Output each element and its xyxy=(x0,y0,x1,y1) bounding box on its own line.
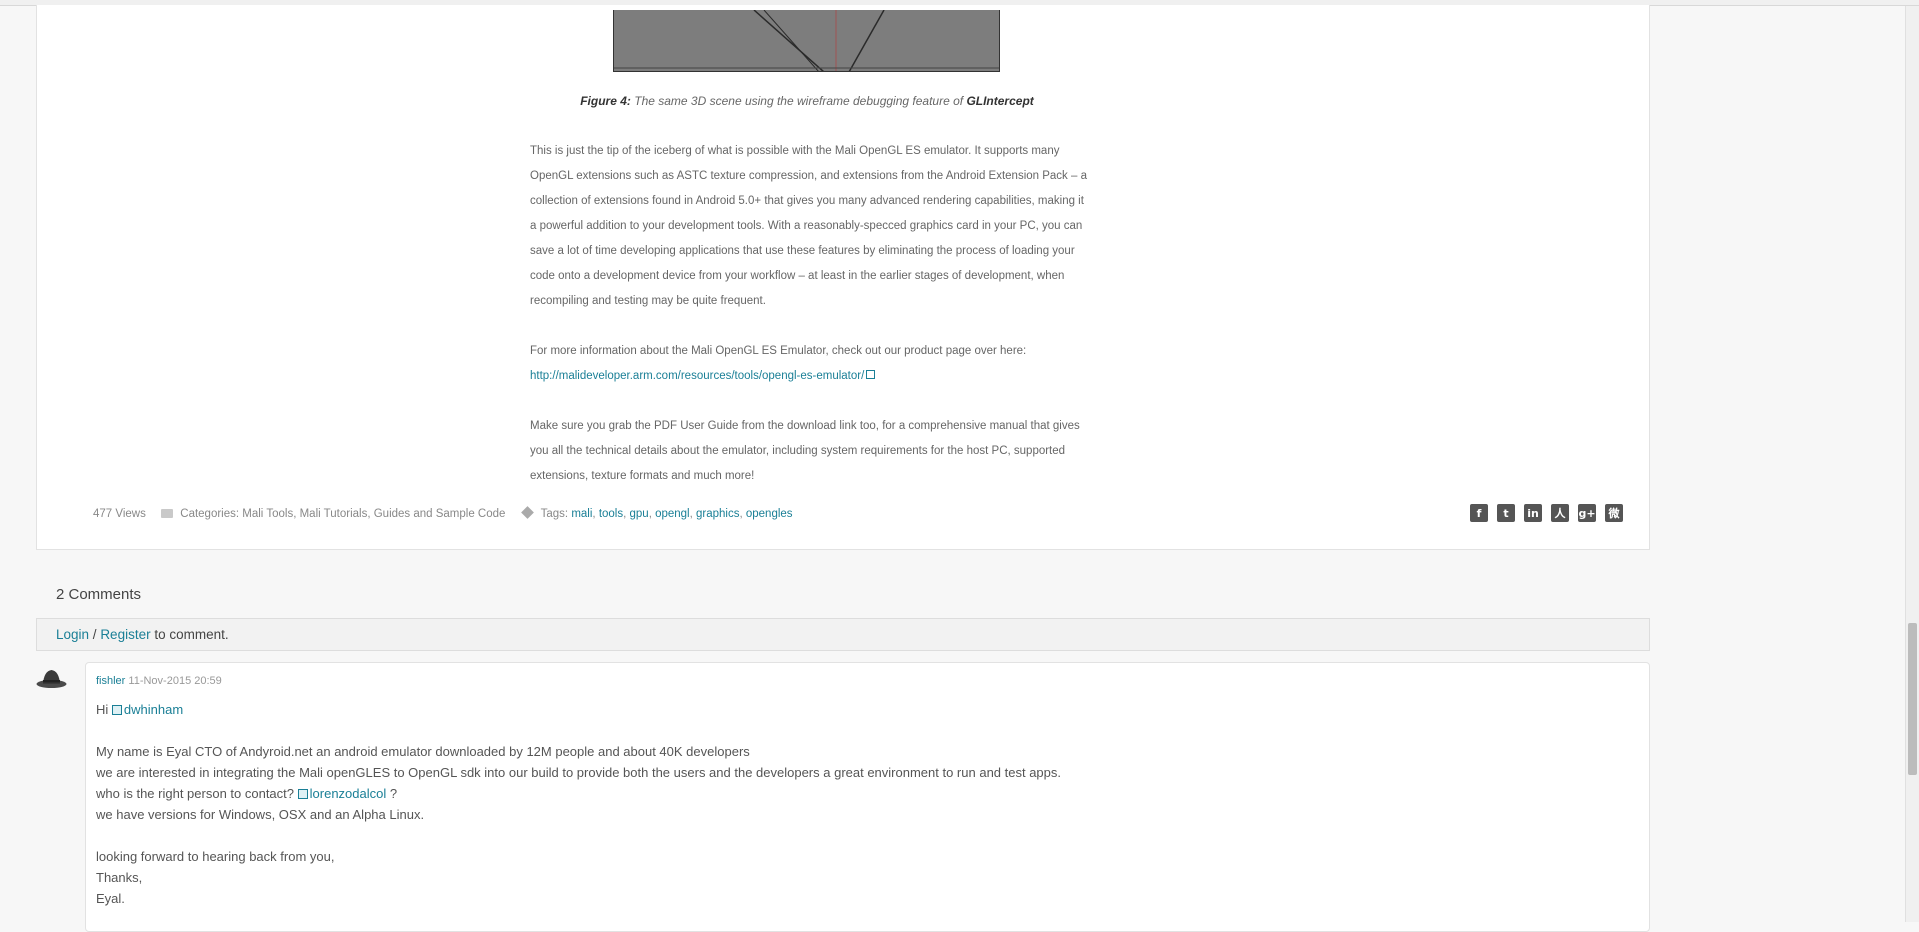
figure-wireframe-image xyxy=(613,10,1000,72)
mention-dwhinham[interactable]: dwhinham xyxy=(124,702,183,717)
product-page-text: For more information about the Mali Open… xyxy=(530,345,1027,357)
facebook-icon[interactable]: f xyxy=(1470,504,1488,522)
categories-link[interactable]: Mali Tools, Mali Tutorials, Guides and S… xyxy=(242,508,505,520)
avatar xyxy=(36,670,67,688)
comment-header: fishler 11-Nov-2015 20:59 xyxy=(96,675,222,687)
scrollbar-thumb[interactable] xyxy=(1908,623,1917,775)
weibo-icon[interactable]: 微 xyxy=(1605,504,1623,522)
user-mention-icon xyxy=(297,789,308,799)
linkedin-icon[interactable]: in xyxy=(1524,504,1542,522)
emulator-product-link[interactable]: http://malideveloper.arm.com/resources/t… xyxy=(530,370,864,382)
tag-link-opengles[interactable]: opengles xyxy=(746,508,793,520)
login-to-comment-bar: Login / Register to comment. xyxy=(36,618,1650,651)
figure-tool-name: GLIntercept xyxy=(966,94,1034,108)
categories-label: Categories: xyxy=(180,508,240,520)
view-count: 477 Views xyxy=(93,508,146,520)
renren-icon[interactable]: 人 xyxy=(1551,504,1569,522)
comment-date: 11-Nov-2015 20:59 xyxy=(128,675,222,687)
comment-line-3-text: who is the right person to contact? xyxy=(96,786,295,801)
comment-line-6: Thanks, xyxy=(96,870,143,885)
login-link[interactable]: Login xyxy=(56,627,89,642)
twitter-icon[interactable]: t xyxy=(1497,504,1515,522)
comment-line-1: My name is Eyal CTO of Andyroid.net an a… xyxy=(96,744,750,759)
tag-link-gpu[interactable]: gpu xyxy=(630,508,649,520)
figure-label: Figure 4: xyxy=(580,94,631,108)
comment-line-5: looking forward to hearing back from you… xyxy=(96,849,335,864)
tag-link-opengl[interactable]: opengl xyxy=(655,508,690,520)
article-paragraph-2: For more information about the Mali Open… xyxy=(530,339,1090,389)
comment-greeting: Hi xyxy=(96,702,109,717)
figure-caption: Figure 4: The same 3D scene using the wi… xyxy=(37,94,1577,108)
figure-caption-text: The same 3D scene using the wireframe de… xyxy=(634,94,964,108)
google-plus-icon[interactable]: g+ xyxy=(1578,504,1596,522)
comment-line-3: who is the right person to contact? lore… xyxy=(96,783,1496,804)
register-link[interactable]: Register xyxy=(100,627,150,642)
comment-author[interactable]: fishler xyxy=(96,675,125,687)
tag-link-graphics[interactable]: graphics xyxy=(696,508,739,520)
comment-item: fishler 11-Nov-2015 20:59 Hi dwhinham My… xyxy=(85,662,1650,932)
user-mention-icon xyxy=(111,705,122,715)
article-paragraph-3: Make sure you grab the PDF User Guide fr… xyxy=(530,420,1080,482)
comment-line-7: Eyal. xyxy=(96,891,125,906)
comments-count: 2 Comments xyxy=(56,586,142,603)
blog-post: Figure 4: The same 3D scene using the wi… xyxy=(36,5,1650,550)
mention-lorenzodalcol[interactable]: lorenzodalcol xyxy=(310,786,387,801)
comment-line-4: we have versions for Windows, OSX and an… xyxy=(96,807,425,822)
tag-link-mali[interactable]: mali xyxy=(571,508,592,520)
comment-line-2: we are interested in integrating the Mal… xyxy=(96,765,1062,780)
external-link-icon xyxy=(866,370,876,379)
social-share-bar: f t in 人 g+ 微 xyxy=(1470,504,1623,522)
tag-link-tools[interactable]: tools xyxy=(599,508,623,520)
comment-line-3-end: ? xyxy=(386,786,398,801)
comment-body: Hi dwhinham My name is Eyal CTO of Andyr… xyxy=(96,699,1496,909)
folder-icon xyxy=(161,509,174,518)
article-paragraph-1: This is just the tip of the iceberg of w… xyxy=(530,145,1087,307)
tags-label: Tags: xyxy=(540,508,569,520)
to-comment-text: to comment. xyxy=(150,627,229,642)
login-separator: / xyxy=(89,627,101,642)
comment-greeting-line: Hi dwhinham xyxy=(96,699,1496,720)
post-meta: 477 Views Categories: Mali Tools, Mali T… xyxy=(93,506,793,520)
tag-icon xyxy=(520,506,534,519)
page-scrollbar[interactable] xyxy=(1905,6,1919,922)
